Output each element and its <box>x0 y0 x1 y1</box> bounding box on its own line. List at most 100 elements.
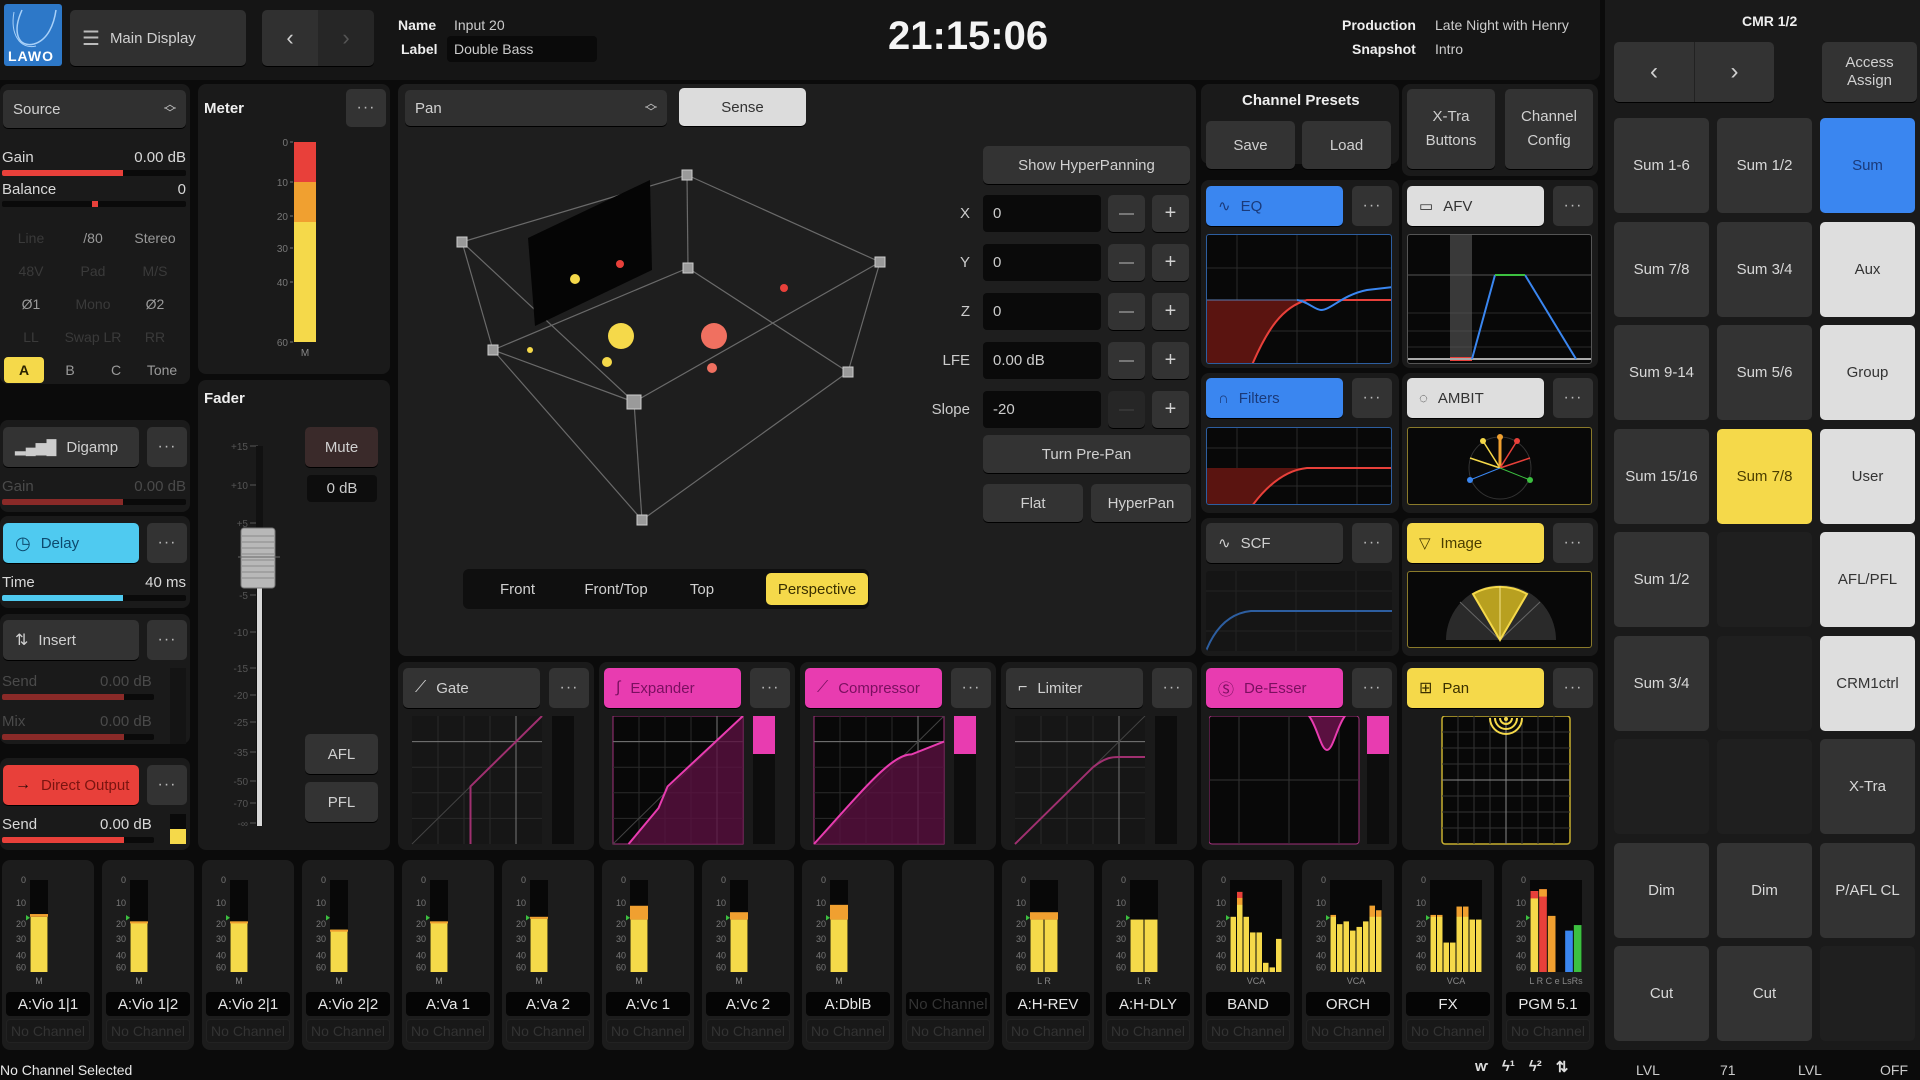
cmr-button-aux[interactable]: Aux <box>1820 221 1915 317</box>
channel-strip[interactable]: 0 10 20 30 40 60 VCA FX No Channel <box>1402 860 1494 1050</box>
image-graph[interactable] <box>1407 571 1592 648</box>
cmr-button-sum-1-2[interactable]: Sum 1/2 <box>1614 532 1709 627</box>
source-option-48v[interactable]: 48V <box>2 258 60 284</box>
scf-graph[interactable] <box>1206 571 1392 651</box>
cmr-button-sum-9-14[interactable]: Sum 9-14 <box>1614 325 1709 420</box>
source-option-m-s[interactable]: M/S <box>126 258 184 284</box>
eq-button[interactable]: ∿ EQ <box>1206 186 1343 226</box>
show-hyperpanning-button[interactable]: Show HyperPanning <box>983 146 1190 184</box>
afv-graph[interactable] <box>1407 234 1592 364</box>
source-option--1[interactable]: Ø1 <box>2 291 60 317</box>
filters-graph[interactable] <box>1206 427 1392 505</box>
mute-button[interactable]: Mute <box>305 427 378 467</box>
insert-more-button[interactable]: ··· <box>147 620 187 660</box>
source-option-line[interactable]: Line <box>2 225 60 251</box>
channel-strip[interactable]: 0 10 20 30 40 60 L R A:H-DLY No Channel <box>1102 860 1194 1050</box>
cmr-button-dim[interactable]: Dim <box>1614 842 1709 938</box>
cmr-button-sum-3-4[interactable]: Sum 3/4 <box>1614 635 1709 731</box>
channel-strip[interactable]: 0 10 20 30 40 60 VCA ORCH No Channel <box>1302 860 1394 1050</box>
label-field[interactable]: Double Bass <box>447 36 597 62</box>
nav-back-button[interactable]: ‹ <box>262 10 318 66</box>
pan-3d-view[interactable] <box>420 140 920 570</box>
limiter-button[interactable]: ⌐ Limiter <box>1006 668 1143 708</box>
hyperpan-button[interactable]: HyperPan <box>1091 484 1191 522</box>
cmr-button-cut[interactable]: Cut <box>1614 946 1709 1041</box>
param-field-x[interactable]: 0 <box>983 195 1101 232</box>
cmr-button-sum-15-16[interactable]: Sum 15/16 <box>1614 428 1709 524</box>
channel-strip[interactable]: 0 10 20 30 40 60 M A:Vio 2|2 No Channel <box>302 860 394 1050</box>
delay-button[interactable]: ◷ Delay <box>3 523 139 563</box>
nav-forward-button[interactable]: › <box>318 10 374 66</box>
preset-save-button[interactable]: Save <box>1206 121 1295 169</box>
channel-strip[interactable]: 0 10 20 30 40 60 M A:DblB No Channel <box>802 860 894 1050</box>
cmr-button-sum-7-8[interactable]: Sum 7/8 <box>1717 428 1812 524</box>
scf-button[interactable]: ∿ SCF <box>1206 523 1343 563</box>
source-option-a[interactable]: A <box>4 357 44 383</box>
digamp-button[interactable]: ▂▄▆█ Digamp <box>3 427 139 467</box>
view-tab-front-top[interactable]: Front/Top <box>570 573 662 605</box>
param-field-y[interactable]: 0 <box>983 244 1101 281</box>
bolt-1-icon[interactable]: ϟ¹ <box>1502 1058 1515 1076</box>
eq-graph[interactable] <box>1206 234 1392 364</box>
image-more-button[interactable]: ··· <box>1553 523 1593 563</box>
compressor-more-button[interactable]: ··· <box>951 668 991 708</box>
channel-strip[interactable]: 0 10 20 30 40 60 M A:Vc 2 No Channel <box>702 860 794 1050</box>
source-gain-slider[interactable] <box>2 170 186 176</box>
direct-output-more-button[interactable]: ··· <box>147 765 187 805</box>
source-option-c[interactable]: C <box>96 357 136 383</box>
limiter-more-button[interactable]: ··· <box>1152 668 1192 708</box>
meters-icon[interactable]: ⱳ <box>1475 1058 1488 1076</box>
cmr-button-afl-pfl[interactable]: AFL/PFL <box>1820 532 1915 627</box>
param-decrement-slope[interactable]: — <box>1108 391 1145 428</box>
cmr-button-sum-3-4[interactable]: Sum 3/4 <box>1717 221 1812 317</box>
gate-button[interactable]: ⟋ Gate <box>403 668 540 708</box>
channel-strip[interactable]: 0 10 20 30 40 60 VCA BAND No Channel <box>1202 860 1294 1050</box>
param-field-lfe[interactable]: 0.00 dB <box>983 342 1101 379</box>
afl-button[interactable]: AFL <box>305 734 378 774</box>
insert-mix-slider[interactable] <box>2 734 154 740</box>
channel-strip[interactable]: No Channel No Channel <box>902 860 994 1050</box>
delay-more-button[interactable]: ··· <box>147 523 187 563</box>
pan-button[interactable]: ⊞ Pan <box>1407 668 1544 708</box>
source-option--80[interactable]: /80 <box>64 225 122 251</box>
compressor-button[interactable]: ⟋ Compressor <box>805 668 942 708</box>
source-selector[interactable]: Source ︿ ﹀ <box>3 90 186 128</box>
afv-more-button[interactable]: ··· <box>1553 186 1593 226</box>
afv-button[interactable]: ▭ AFV <box>1407 186 1544 226</box>
param-decrement-y[interactable]: — <box>1108 244 1145 281</box>
ambit-graph[interactable] <box>1407 427 1592 505</box>
ambit-button[interactable]: ◌ AMBIT <box>1407 378 1544 418</box>
pan-more-button[interactable]: ··· <box>1553 668 1593 708</box>
channel-strip[interactable]: 0 10 20 30 40 60 M A:Va 2 No Channel <box>502 860 594 1050</box>
swap-arrows-icon[interactable]: ⇅ <box>1556 1058 1569 1076</box>
source-option-b[interactable]: B <box>50 357 90 383</box>
source-option-swap-lr[interactable]: Swap LR <box>64 324 122 350</box>
param-decrement-x[interactable]: — <box>1108 195 1145 232</box>
cmr-button-dim[interactable]: Dim <box>1717 842 1812 938</box>
param-decrement-z[interactable]: — <box>1108 293 1145 330</box>
channel-strip[interactable]: 0 10 20 30 40 60 L R A:H-REV No Channel <box>1002 860 1094 1050</box>
channel-strip[interactable]: 0 10 20 30 40 60 M A:Vio 1|2 No Channel <box>102 860 194 1050</box>
source-option-mono[interactable]: Mono <box>64 291 122 317</box>
scf-more-button[interactable]: ··· <box>1352 523 1392 563</box>
cmr-prev-button[interactable]: ‹ <box>1614 42 1694 102</box>
cmr-button-sum-1-2[interactable]: Sum 1/2 <box>1717 118 1812 213</box>
deesser-button[interactable]: Ⓢ De-Esser <box>1206 668 1343 708</box>
turn-prepan-button[interactable]: Turn Pre-Pan <box>983 435 1190 473</box>
digamp-gain-slider[interactable] <box>2 499 186 505</box>
filters-more-button[interactable]: ··· <box>1352 378 1392 418</box>
channel-config-button[interactable]: Channel Config <box>1505 89 1593 169</box>
direct-output-button[interactable]: → Direct Output <box>3 765 139 805</box>
delay-time-slider[interactable] <box>2 595 186 601</box>
compressor-graph[interactable] <box>808 716 988 852</box>
cmr-button-x-tra[interactable]: X-Tra <box>1820 739 1915 834</box>
pfl-button[interactable]: PFL <box>305 782 378 822</box>
insert-button[interactable]: ⇅ Insert <box>3 620 139 660</box>
param-increment-z[interactable]: + <box>1152 293 1189 330</box>
param-field-z[interactable]: 0 <box>983 293 1101 330</box>
access-assign-button[interactable]: Access Assign <box>1822 42 1917 102</box>
digamp-more-button[interactable]: ··· <box>147 427 187 467</box>
direct-output-send-slider[interactable] <box>2 837 154 843</box>
meter-more-button[interactable]: ··· <box>346 89 386 127</box>
pan-selector[interactable]: Pan ︿ ﹀ <box>405 90 667 126</box>
